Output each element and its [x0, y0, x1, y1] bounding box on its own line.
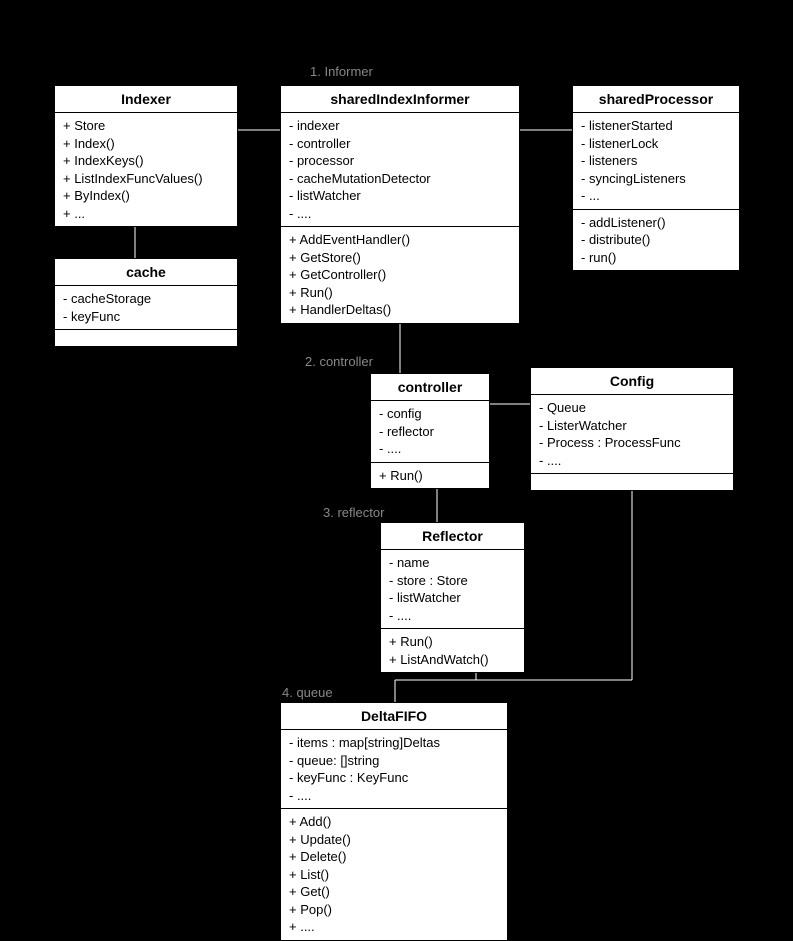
class-attrs: - name - store : Store - listWatcher - .… [381, 550, 524, 629]
class-ops: + Run() [371, 463, 489, 489]
class-ops: + AddEventHandler() + GetStore() + GetCo… [281, 227, 519, 323]
class-ops: - addListener() - distribute() - run() [573, 210, 739, 271]
class-title: Indexer [55, 86, 237, 113]
class-title: DeltaFIFO [281, 703, 507, 730]
class-shared-processor: sharedProcessor - listenerStarted - list… [572, 85, 740, 271]
class-ops: + Add() + Update() + Delete() + List() +… [281, 809, 507, 940]
class-title: sharedProcessor [573, 86, 739, 113]
class-title: controller [371, 374, 489, 401]
class-ops: + Run() + ListAndWatch() [381, 629, 524, 672]
class-attrs: - listenerStarted - listenerLock - liste… [573, 113, 739, 210]
class-attrs: - Queue - ListerWatcher - Process : Proc… [531, 395, 733, 474]
class-delta-fifo: DeltaFIFO - items : map[string]Deltas - … [280, 702, 508, 941]
class-shared-index-informer: sharedIndexInformer - indexer - controll… [280, 85, 520, 324]
label-reflector: 3. reflector [323, 505, 384, 520]
label-queue: 4. queue [282, 685, 333, 700]
class-ops [531, 474, 733, 490]
class-attrs: - config - reflector - .... [371, 401, 489, 463]
class-attrs: - indexer - controller - processor - cac… [281, 113, 519, 227]
class-title: cache [55, 259, 237, 286]
class-indexer: Indexer + Store + Index() + IndexKeys() … [54, 85, 238, 227]
label-informer: 1. Informer [310, 64, 373, 79]
class-controller: controller - config - reflector - .... +… [370, 373, 490, 489]
label-controller: 2. controller [305, 354, 373, 369]
class-title: Reflector [381, 523, 524, 550]
class-title: sharedIndexInformer [281, 86, 519, 113]
class-attrs: + Store + Index() + IndexKeys() + ListIn… [55, 113, 237, 226]
class-attrs: - cacheStorage - keyFunc [55, 286, 237, 330]
class-reflector: Reflector - name - store : Store - listW… [380, 522, 525, 673]
class-attrs: - items : map[string]Deltas - queue: []s… [281, 730, 507, 809]
class-cache: cache - cacheStorage - keyFunc [54, 258, 238, 347]
class-ops [55, 330, 237, 346]
class-title: Config [531, 368, 733, 395]
class-config: Config - Queue - ListerWatcher - Process… [530, 367, 734, 491]
